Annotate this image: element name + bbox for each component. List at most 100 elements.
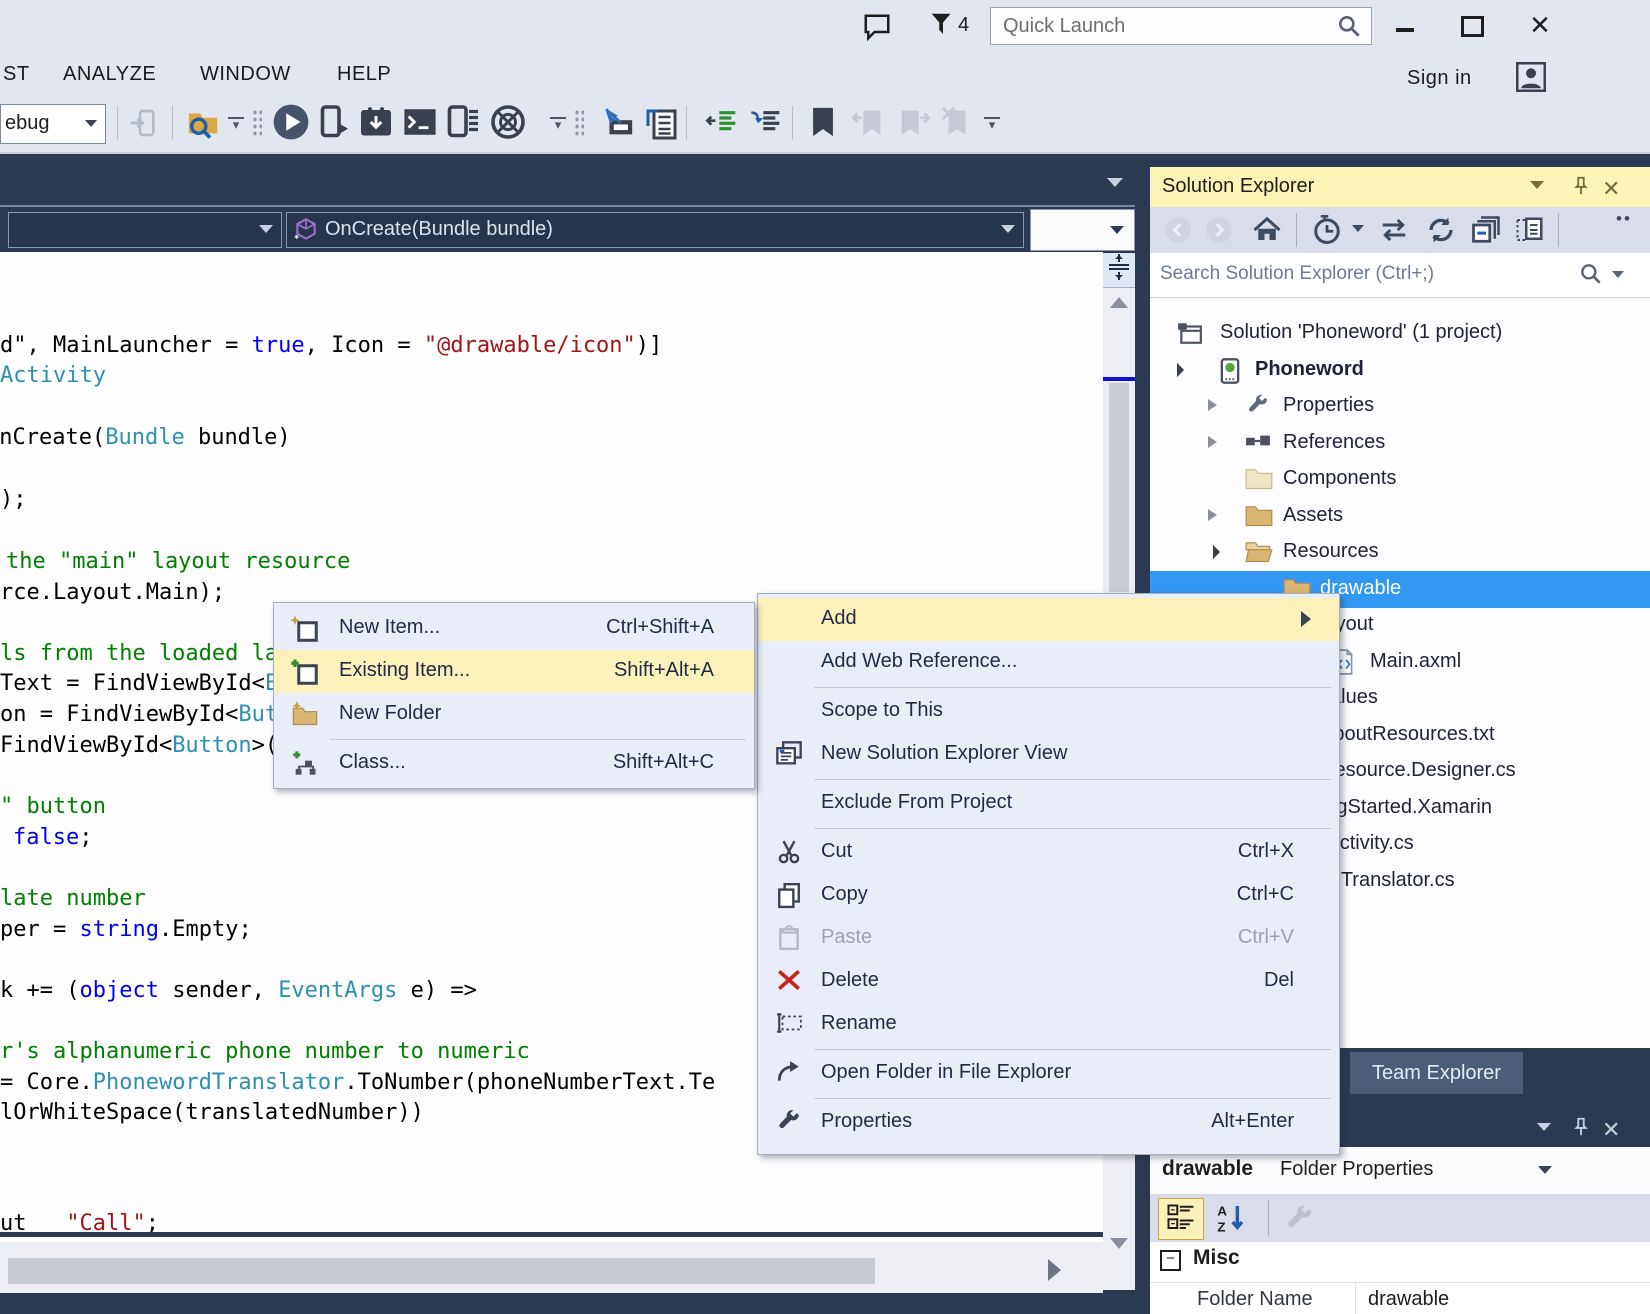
- code-line[interactable]: false;: [13, 825, 92, 850]
- code-line[interactable]: late number: [0, 886, 146, 911]
- code-line[interactable]: OnCreate(Bundle bundle): [0, 425, 291, 450]
- deploy-device-icon[interactable]: [315, 104, 351, 140]
- editor-splitter-handle[interactable]: [1103, 253, 1135, 288]
- toolbar-overflow-icon[interactable]: ▾: [984, 117, 1000, 131]
- horizontal-scroll-thumb[interactable]: [8, 1258, 875, 1284]
- start-debug-icon[interactable]: [272, 103, 310, 141]
- nav-member-combo[interactable]: OnCreate(Bundle bundle): [286, 212, 1024, 248]
- window-position-chevron-icon[interactable]: [1537, 1123, 1551, 1131]
- menu-item-class-[interactable]: Class...Shift+Alt+C: [274, 742, 754, 785]
- close-icon[interactable]: ✕: [1602, 176, 1620, 202]
- nav-project-combo[interactable]: [1030, 209, 1135, 251]
- code-line[interactable]: lOrWhiteSpace(translatedNumber)): [0, 1100, 424, 1125]
- tree-item-assets[interactable]: Assets: [1150, 498, 1650, 535]
- menu-item-paste[interactable]: PasteCtrl+V: [758, 917, 1339, 960]
- feedback-icon[interactable]: [862, 12, 892, 42]
- minimize-button[interactable]: [1385, 10, 1425, 40]
- menu-window[interactable]: WINDOW: [200, 63, 291, 86]
- device-log-icon[interactable]: [445, 104, 481, 140]
- previous-bookmark-icon[interactable]: [852, 105, 886, 139]
- code-line[interactable]: " button: [0, 794, 106, 819]
- editor-horizontal-scrollbar[interactable]: [0, 1237, 1103, 1295]
- maximize-button[interactable]: [1452, 10, 1492, 40]
- menu-analyze[interactable]: ANALYZE: [63, 63, 156, 86]
- menu-item-new-folder[interactable]: New Folder: [274, 693, 754, 736]
- close-button[interactable]: ✕: [1520, 10, 1560, 40]
- toggle-bookmark-icon[interactable]: [806, 105, 840, 139]
- chevron-down-icon[interactable]: [1612, 271, 1624, 278]
- code-line[interactable]: Activity: [0, 363, 106, 388]
- expander-collapsed-icon[interactable]: [1208, 509, 1217, 521]
- toolbar-grip[interactable]: [574, 109, 584, 137]
- scroll-up-icon[interactable]: [1110, 297, 1128, 308]
- tree-item-solution-phoneword-1-project-[interactable]: Solution 'Phoneword' (1 project): [1150, 315, 1650, 352]
- property-pages-icon[interactable]: [1278, 1198, 1322, 1238]
- chevron-down-icon[interactable]: [1352, 225, 1364, 232]
- code-line[interactable]: k += (object sender, EventArgs e) =>: [0, 978, 477, 1003]
- clear-bookmarks-icon[interactable]: [940, 105, 974, 139]
- tree-item-references[interactable]: References: [1150, 425, 1650, 462]
- indent-increase-icon[interactable]: [748, 106, 784, 138]
- android-install-icon[interactable]: [358, 104, 394, 140]
- toolbar-overflow-icon[interactable]: ▾: [228, 117, 244, 131]
- expander-collapsed-icon[interactable]: [1208, 399, 1217, 411]
- code-line[interactable]: );: [0, 487, 27, 512]
- menu-item-existing-item-[interactable]: Existing Item...Shift+Alt+A: [274, 650, 754, 693]
- target-icon[interactable]: [490, 104, 526, 140]
- scroll-down-icon[interactable]: [1110, 1238, 1128, 1249]
- window-position-chevron-icon[interactable]: [1530, 181, 1544, 189]
- code-line[interactable]: = Core.PhonewordTranslator.ToNumber(phon…: [0, 1070, 715, 1095]
- solution-search-icon[interactable]: [185, 105, 221, 139]
- menu-help[interactable]: HELP: [337, 63, 391, 86]
- collapse-all-icon[interactable]: [1470, 215, 1502, 245]
- solution-explorer-search[interactable]: Search Solution Explorer (Ctrl+;): [1150, 253, 1650, 298]
- pending-filter-icon[interactable]: [1312, 215, 1342, 245]
- code-line[interactable]: r's alphanumeric phone number to numeric: [0, 1039, 530, 1064]
- sort-az-icon[interactable]: AZ: [1210, 1198, 1254, 1238]
- tree-item-components[interactable]: Components: [1150, 461, 1650, 498]
- tree-item-phoneword[interactable]: Phoneword: [1150, 352, 1650, 389]
- forward-icon[interactable]: [1205, 216, 1233, 244]
- debug-configuration-combo[interactable]: ebug: [0, 104, 106, 144]
- console-icon[interactable]: [402, 105, 438, 139]
- code-line[interactable]: d", MainLauncher = true, Icon = "@drawab…: [0, 333, 662, 358]
- user-icon[interactable]: [1515, 62, 1547, 92]
- expander-expanded-icon[interactable]: [1170, 362, 1184, 376]
- refresh-icon[interactable]: [1426, 215, 1456, 245]
- expander-expanded-icon[interactable]: [1206, 545, 1220, 559]
- menu-test[interactable]: ST: [3, 63, 30, 86]
- menu-item-delete[interactable]: DeleteDel: [758, 960, 1339, 1003]
- indent-decrease-icon[interactable]: [704, 106, 740, 138]
- pin-icon[interactable]: [1570, 174, 1592, 198]
- scroll-right-icon[interactable]: [1048, 1259, 1061, 1281]
- select-element-icon[interactable]: [600, 106, 636, 140]
- tree-item-resources[interactable]: Resources: [1150, 534, 1650, 571]
- document-list-chevron-icon[interactable]: [1107, 178, 1123, 187]
- pin-icon[interactable]: [1570, 1115, 1592, 1139]
- menu-item-copy[interactable]: CopyCtrl+C: [758, 874, 1339, 917]
- toolbar-overflow-icon[interactable]: ••: [1616, 209, 1632, 229]
- menu-item-add[interactable]: Add: [758, 598, 1339, 641]
- menu-item-scope-to-this[interactable]: Scope to This: [758, 690, 1339, 733]
- code-line[interactable]: per = string.Empty;: [0, 917, 252, 942]
- expander-collapsed-icon[interactable]: [1208, 436, 1217, 448]
- home-icon[interactable]: [1252, 215, 1282, 245]
- code-line[interactable]: ut "Call";: [0, 1211, 159, 1232]
- categorized-icon[interactable]: [1158, 1198, 1204, 1240]
- quick-launch-input[interactable]: Quick Launch: [990, 7, 1372, 45]
- code-line[interactable]: the "main" layout resource: [6, 549, 350, 574]
- tree-item-properties[interactable]: Properties: [1150, 388, 1650, 425]
- menu-item-rename[interactable]: Rename: [758, 1003, 1339, 1046]
- toolbar-grip[interactable]: [252, 109, 262, 137]
- menu-item-new-item-[interactable]: New Item...Ctrl+Shift+A: [274, 607, 754, 650]
- next-bookmark-icon[interactable]: [896, 105, 930, 139]
- tab-team-explorer[interactable]: Team Explorer: [1350, 1052, 1523, 1094]
- close-icon[interactable]: ✕: [1602, 1117, 1620, 1143]
- filter-icon[interactable]: [928, 10, 958, 40]
- menu-item-properties[interactable]: PropertiesAlt+Enter: [758, 1101, 1339, 1144]
- properties-category-misc[interactable]: − Misc: [1150, 1242, 1650, 1282]
- nav-type-combo[interactable]: [8, 212, 282, 248]
- sync-icon[interactable]: [1378, 215, 1410, 245]
- solution-explorer-titlebar[interactable]: Solution Explorer ✕: [1150, 167, 1650, 207]
- sign-in-link[interactable]: Sign in: [1407, 67, 1472, 90]
